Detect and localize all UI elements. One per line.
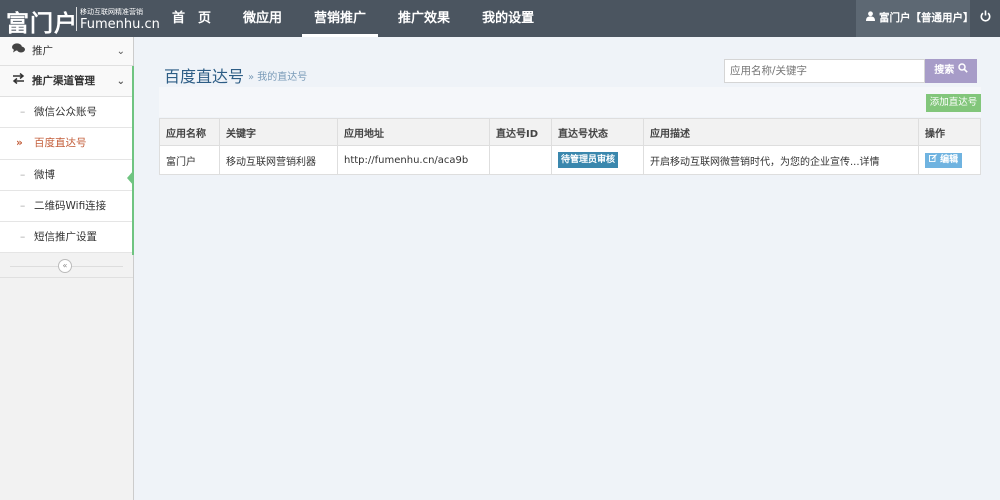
top-navbar: 富门户 移动互联网精准营销 Fumenhu.cn 首 页 微应用 营销推广 推广…	[0, 0, 1000, 37]
sidebar-group-label: 推广	[32, 45, 53, 57]
cell-keyword: 移动互联网营销利器	[219, 145, 338, 175]
column-header: 关键字	[219, 118, 338, 146]
edit-button-label: 编辑	[940, 154, 959, 165]
bullet-icon: –	[20, 199, 26, 212]
column-header: 应用描述	[643, 118, 919, 146]
sidebar-item-label: 百度直达号	[34, 137, 87, 150]
column-header: 直达号状态	[551, 118, 644, 146]
nav-micro-apps[interactable]: 微应用	[227, 0, 298, 37]
sidebar-item-baidu[interactable]: » 百度直达号	[0, 128, 133, 160]
user-icon	[866, 0, 875, 37]
nav-marketing[interactable]: 营销推广	[298, 0, 382, 37]
search-icon	[957, 63, 968, 76]
sidebar-item-label: 二维码Wifi连接	[34, 199, 107, 212]
logo-text: 富门户	[6, 11, 78, 37]
column-header: 应用名称	[159, 118, 220, 146]
column-header: 操作	[918, 118, 981, 146]
logo-slogan: 移动互联网精准营销	[80, 8, 143, 16]
comments-icon	[12, 37, 26, 66]
nav-settings[interactable]: 我的设置	[466, 0, 550, 37]
sidebar-item-sms[interactable]: – 短信推广设置	[0, 222, 133, 254]
column-header: 应用地址	[337, 118, 490, 146]
exchange-icon	[12, 66, 26, 97]
collapse-left-icon[interactable]: «	[58, 259, 72, 273]
sidebar-item-weibo[interactable]: – 微博	[0, 159, 133, 191]
cell-action: 编辑	[918, 145, 981, 175]
toolbar-panel	[159, 87, 981, 117]
sidebar-item-wechat[interactable]: – 微信公众账号	[0, 97, 133, 129]
user-label: 富门户【普通用户】	[879, 12, 974, 24]
breadcrumb[interactable]: » 我的直达号	[248, 68, 307, 83]
status-badge: 待管理员审核	[558, 152, 619, 168]
power-icon[interactable]	[970, 0, 1000, 37]
column-header: 直达号ID	[489, 118, 552, 146]
table-header-row: 应用名称 关键字 应用地址 直达号ID 直达号状态 应用描述 操作	[159, 118, 981, 146]
sidebar-group-promotion[interactable]: 推广 ⌄	[0, 37, 133, 66]
table-row: 富门户 移动互联网营销利器 http://fumenhu.cn/aca9b 待管…	[159, 145, 981, 175]
brand-logo[interactable]: 富门户 移动互联网精准营销 Fumenhu.cn	[6, 3, 160, 37]
logo-divider	[76, 7, 77, 31]
double-chevron-right-icon: »	[16, 137, 23, 150]
sidebar-collapse: «	[0, 255, 133, 278]
nav-home[interactable]: 首 页	[156, 0, 227, 37]
bullet-icon: –	[20, 106, 26, 118]
cell-app-name: 富门户	[159, 145, 220, 175]
sidebar-group-label: 推广渠道管理	[32, 75, 95, 87]
user-menu[interactable]: 富门户【普通用户】	[856, 0, 974, 37]
nav-effects[interactable]: 推广效果	[382, 0, 466, 37]
add-button[interactable]: 添加直达号	[926, 94, 981, 112]
sidebar-item-label: 短信推广设置	[34, 231, 97, 244]
sidebar: 推广 ⌄ 推广渠道管理 ⌄ – 微信公众账号 » 百度直达号 – 微博 – 二维…	[0, 37, 134, 500]
sidebar-group-channels[interactable]: 推广渠道管理 ⌄	[0, 66, 133, 97]
search-button-label: 搜索	[934, 65, 955, 76]
search-input[interactable]	[724, 59, 925, 83]
main-content: 百度直达号 » 我的直达号 搜索 添加直达号 应用名称 关键字 应用地址 直达号…	[134, 37, 1000, 500]
search-button[interactable]: 搜索	[925, 59, 977, 83]
page-title: 百度直达号	[164, 67, 245, 86]
edit-button[interactable]: 编辑	[925, 152, 963, 168]
cell-status: 待管理员审核	[551, 145, 644, 175]
main-nav: 首 页 微应用 营销推广 推广效果 我的设置	[156, 0, 550, 37]
cell-description: 开启移动互联网微营销时代，为您的企业宣传...详情	[643, 145, 919, 175]
chevron-down-icon: ⌄	[116, 46, 125, 57]
cell-id	[489, 145, 552, 175]
edit-icon	[929, 153, 940, 165]
active-item-arrow	[127, 170, 134, 186]
logo-domain: Fumenhu.cn	[80, 17, 160, 32]
sidebar-item-qrcode-wifi[interactable]: – 二维码Wifi连接	[0, 190, 133, 223]
cell-app-url: http://fumenhu.cn/aca9b	[337, 145, 490, 175]
data-table: 应用名称 关键字 应用地址 直达号ID 直达号状态 应用描述 操作 富门户 移动…	[159, 118, 981, 175]
bullet-icon: –	[20, 168, 26, 181]
sidebar-item-label: 微信公众账号	[34, 106, 97, 118]
bullet-icon: –	[20, 231, 26, 244]
chevron-down-icon: ⌄	[116, 76, 125, 87]
sidebar-item-label: 微博	[34, 168, 55, 181]
